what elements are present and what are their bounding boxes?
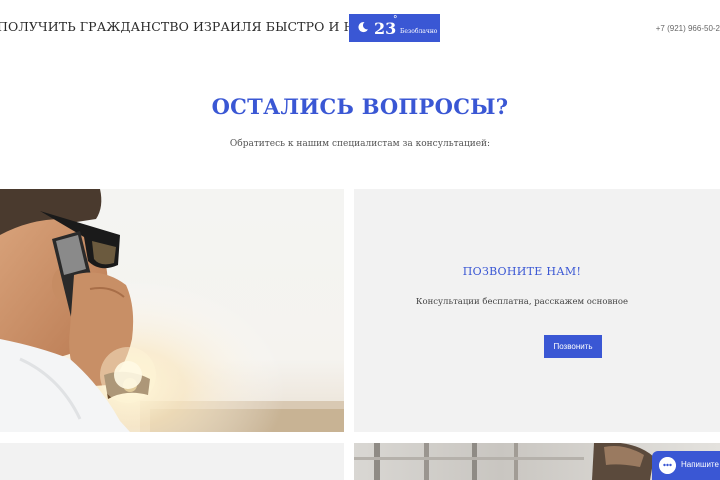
chat-widget-label: Напишите bbox=[681, 460, 719, 469]
next-section-left-panel bbox=[0, 443, 344, 480]
weather-degree: ° bbox=[393, 15, 398, 25]
call-us-panel: ПОЗВОНИТЕ НАМ! Консультации бесплатна, р… bbox=[354, 189, 720, 432]
weather-widget: 23 ° Безоблачно bbox=[349, 14, 440, 42]
chat-widget-button[interactable]: Напишите bbox=[652, 451, 720, 480]
header-phone-link[interactable]: +7 (921) 966-50-2 bbox=[656, 24, 720, 33]
call-button[interactable]: Позвонить bbox=[544, 335, 602, 358]
moon-icon bbox=[358, 22, 368, 33]
questions-title: ОСТАЛИСЬ ВОПРОСЫ? bbox=[211, 94, 509, 119]
man-on-phone-photo bbox=[0, 189, 344, 432]
chat-icon bbox=[659, 457, 676, 474]
photo-illustration bbox=[0, 189, 344, 432]
site-header: ПОЛУЧИТЬ ГРАЖДАНСТВО ИЗРАИЛЯ БЫСТРО И НЕ… bbox=[0, 0, 720, 56]
questions-subtitle: Обратитесь к нашим специалистам за консу… bbox=[229, 139, 491, 149]
weather-condition: Безоблачно bbox=[400, 28, 438, 35]
call-us-title: ПОЗВОНИТЕ НАМ! bbox=[462, 265, 582, 278]
call-us-subtitle: Консультации бесплатна, расскажем основн… bbox=[415, 297, 629, 307]
